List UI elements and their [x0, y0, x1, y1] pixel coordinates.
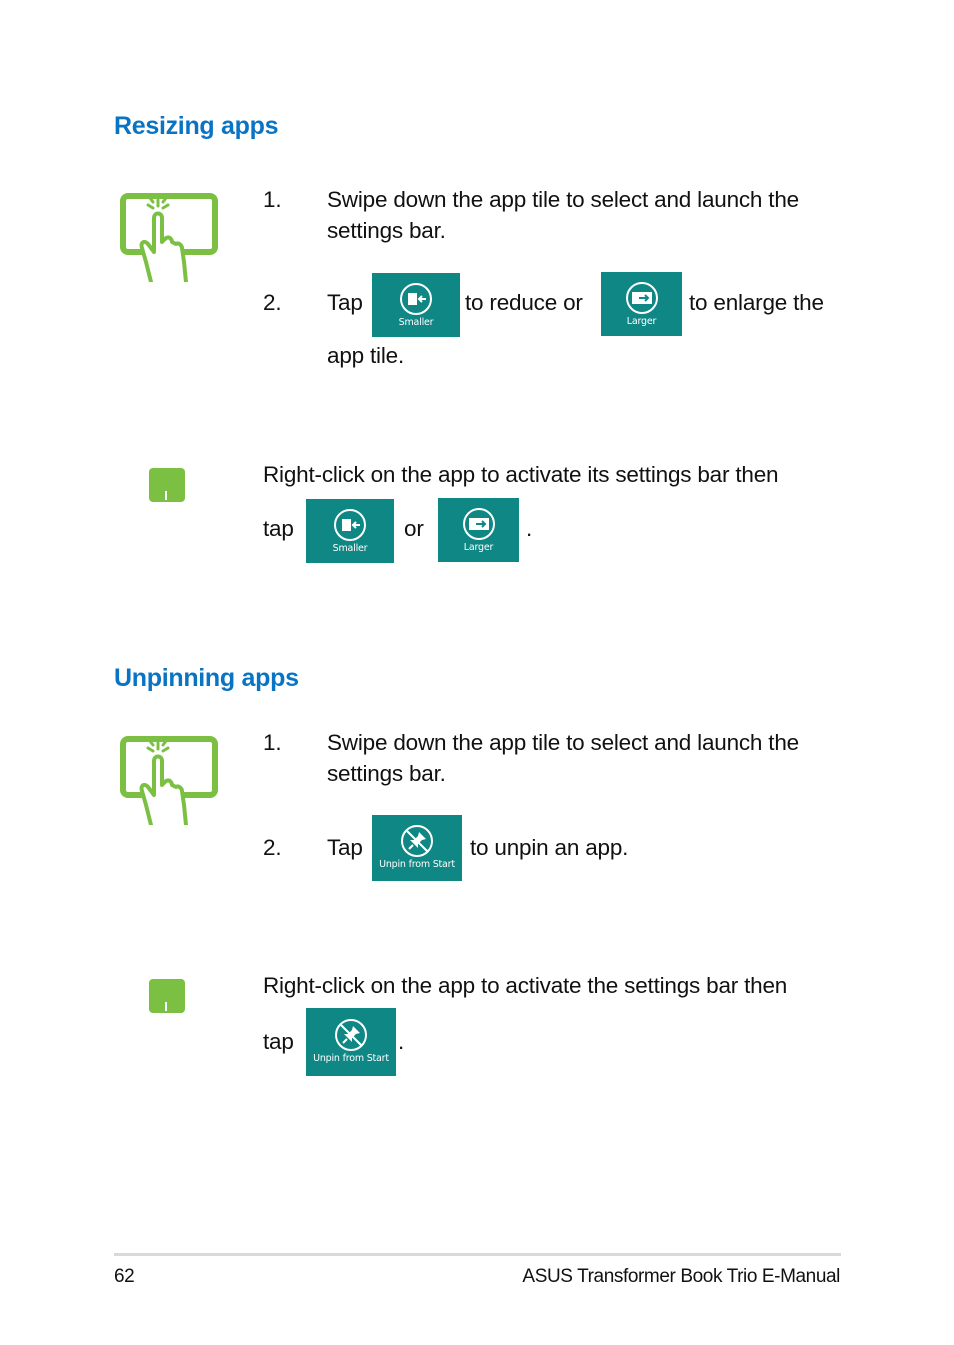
note-text: Right-click on the app to activate its s… — [263, 462, 779, 487]
step-text-continued: settings bar. — [327, 761, 446, 786]
note-text: tap — [263, 516, 294, 541]
step-text: Tap — [327, 835, 363, 860]
step-text-continued: app tile. — [327, 343, 405, 368]
unpin-icon — [335, 1019, 367, 1051]
smaller-button[interactable]: Smaller — [306, 499, 394, 563]
touchpad-right-click-icon — [149, 979, 185, 1013]
unpin-from-start-button[interactable]: Unpin from Start — [372, 815, 462, 881]
page-number: 62 — [114, 1266, 135, 1287]
larger-button[interactable]: Larger — [438, 498, 519, 562]
larger-icon — [625, 282, 658, 314]
step-number: 2. — [263, 835, 282, 860]
smaller-icon — [400, 283, 432, 315]
step-text: to enlarge the — [689, 290, 824, 315]
step-text-continued: settings bar. — [327, 218, 446, 243]
larger-icon — [462, 508, 495, 540]
unpin-from-start-button[interactable]: Unpin from Start — [306, 1008, 396, 1076]
footer-divider — [114, 1253, 841, 1256]
step-number: 1. — [263, 187, 282, 212]
step-number: 1. — [263, 730, 282, 755]
step-text: to unpin an app. — [470, 835, 629, 860]
step-number: 2. — [263, 290, 282, 315]
tap-touchscreen-icon — [120, 193, 218, 282]
larger-label: Larger — [463, 542, 494, 553]
touchpad-right-click-icon — [149, 468, 185, 502]
smaller-icon — [334, 509, 366, 541]
manual-title: ASUS Transformer Book Trio E-Manual — [522, 1266, 840, 1287]
step-text: Tap — [327, 290, 363, 315]
step-text: Swipe down the app tile to select and la… — [327, 730, 799, 755]
larger-button[interactable]: Larger — [601, 272, 682, 336]
section-heading-resizing-apps: Resizing apps — [114, 112, 279, 140]
smaller-label: Smaller — [398, 317, 434, 328]
step-text: to reduce or — [465, 290, 583, 315]
note-text: or — [404, 516, 424, 541]
section-heading-unpinning-apps: Unpinning apps — [114, 664, 299, 692]
smaller-button[interactable]: Smaller — [372, 273, 460, 337]
step-text: Swipe down the app tile to select and la… — [327, 187, 799, 212]
larger-label: Larger — [626, 316, 657, 327]
note-text: Right-click on the app to activate the s… — [263, 973, 788, 998]
note-text: . — [526, 516, 533, 541]
note-text: tap — [263, 1029, 294, 1054]
unpin-label: Unpin from Start — [313, 1053, 389, 1064]
unpin-label: Unpin from Start — [379, 859, 455, 870]
tap-touchscreen-icon — [120, 736, 218, 825]
unpin-icon — [401, 825, 433, 857]
smaller-label: Smaller — [332, 543, 368, 554]
note-text: . — [398, 1029, 405, 1054]
